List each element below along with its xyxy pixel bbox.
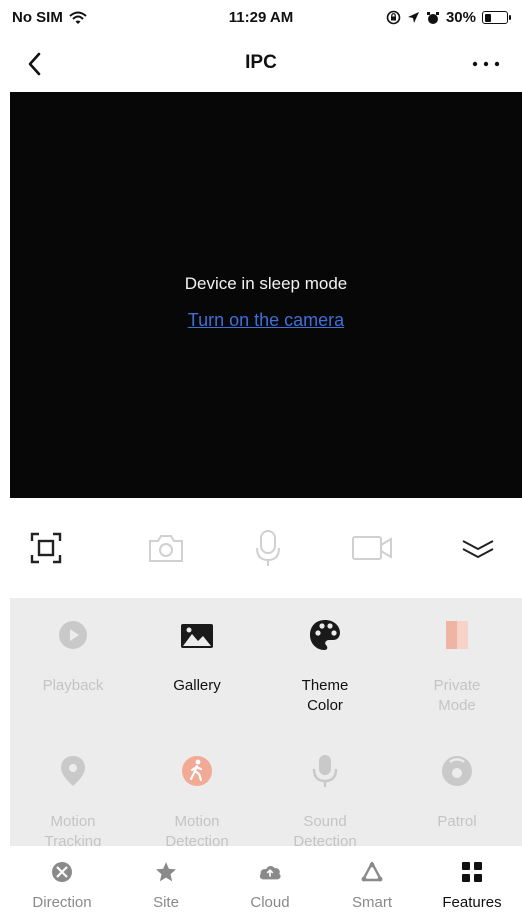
microphone-icon xyxy=(256,530,280,566)
feature-label: Gallery xyxy=(173,677,221,694)
feature-label: Theme Color xyxy=(301,677,349,714)
feature-label: Private Mode xyxy=(433,677,481,714)
orientation-lock-icon xyxy=(386,10,401,25)
gallery-icon xyxy=(178,616,216,654)
tab-smart[interactable]: Smart xyxy=(322,860,422,912)
video-record-button[interactable] xyxy=(350,528,394,568)
battery-icon xyxy=(482,11,511,24)
feature-label: Patrol xyxy=(437,813,477,830)
tab-cloud[interactable]: Cloud xyxy=(220,860,320,912)
feature-label: Motion Tracking xyxy=(44,813,102,846)
smart-icon xyxy=(360,860,384,884)
snapshot-button[interactable] xyxy=(144,528,188,568)
location-pin-icon xyxy=(54,752,92,790)
tab-direction[interactable]: Direction xyxy=(12,860,112,912)
feature-label: Sound Detection xyxy=(293,813,357,846)
feature-motion-detection[interactable]: Motion Detection xyxy=(142,734,252,846)
private-mode-icon xyxy=(438,616,476,654)
video-toolbar xyxy=(0,514,522,580)
battery-fill xyxy=(484,13,491,22)
walking-person-icon xyxy=(178,752,216,790)
more-dots-icon xyxy=(472,61,500,67)
tab-bar: Direction Site Cloud Smart Features xyxy=(0,846,522,912)
feature-gallery[interactable]: Gallery xyxy=(142,598,252,708)
video-preview: Device in sleep mode Turn on the camera xyxy=(10,92,522,498)
feature-patrol[interactable]: Patrol xyxy=(402,734,512,844)
microphone-icon xyxy=(306,752,344,790)
sleep-mode-message: Device in sleep mode xyxy=(184,274,348,293)
feature-label: Playback xyxy=(42,677,104,694)
camera-snapshot-icon xyxy=(149,535,183,562)
tab-label: Cloud xyxy=(250,894,290,911)
tab-label: Direction xyxy=(32,894,92,911)
feature-sound-detection[interactable]: Sound Detection xyxy=(270,734,380,846)
screen-fit-icon xyxy=(30,532,62,564)
screen-fit-button[interactable] xyxy=(24,528,68,568)
video-record-icon xyxy=(352,536,392,560)
page-title: IPC xyxy=(245,52,277,73)
tab-site[interactable]: Site xyxy=(116,860,216,912)
feature-panel: Playback Gallery Theme Color Private Mod… xyxy=(10,598,522,846)
alarm-icon xyxy=(426,11,439,24)
battery-percent: 30% xyxy=(445,9,476,26)
collapse-button[interactable] xyxy=(456,528,500,568)
collapse-chevron-icon xyxy=(462,540,494,559)
turn-on-camera-link[interactable]: Turn on the camera xyxy=(10,310,522,331)
palette-icon xyxy=(306,616,344,654)
feature-playback[interactable]: Playback xyxy=(18,598,128,708)
feature-theme-color[interactable]: Theme Color xyxy=(270,598,380,714)
status-bar: No SIM 11:29 AM 30% xyxy=(0,0,522,36)
status-right: 30% xyxy=(386,9,511,26)
play-circle-icon xyxy=(54,616,92,654)
location-arrow-icon xyxy=(407,12,419,23)
cloud-icon xyxy=(258,860,282,884)
star-icon xyxy=(154,860,178,884)
feature-motion-tracking[interactable]: Motion Tracking xyxy=(18,734,128,846)
feature-label: Motion Detection xyxy=(165,813,229,846)
tab-label: Site xyxy=(153,894,179,911)
patrol-icon xyxy=(438,752,476,790)
nav-bar: IPC xyxy=(0,40,522,86)
tab-label: Smart xyxy=(351,894,392,911)
tab-features[interactable]: Features xyxy=(422,860,522,912)
microphone-button[interactable] xyxy=(246,528,290,568)
tab-label: Features xyxy=(442,894,502,911)
more-button[interactable] xyxy=(466,46,506,82)
direction-icon xyxy=(50,860,74,884)
feature-private-mode[interactable]: Private Mode xyxy=(402,598,512,714)
grid-icon xyxy=(460,860,484,884)
